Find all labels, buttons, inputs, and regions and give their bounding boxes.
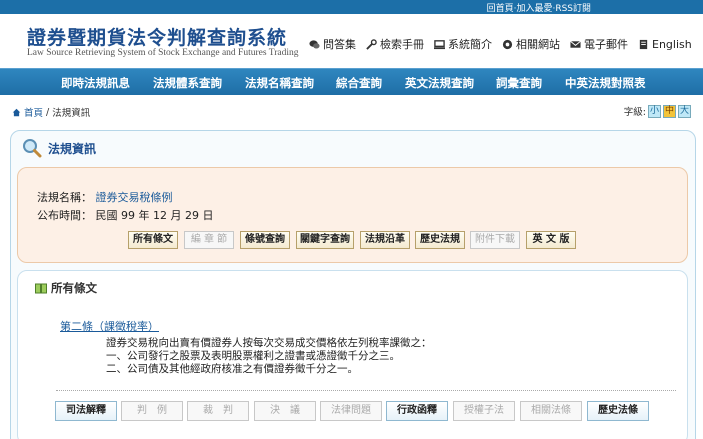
nav-combined[interactable]: 綜合查詢 bbox=[336, 75, 382, 91]
btn-historical-articles[interactable]: 歷史法條 bbox=[587, 401, 649, 421]
site-title[interactable]: 證券暨期貨法令判解查詢系統 bbox=[27, 23, 287, 50]
breadcrumb-home[interactable]: 首頁 bbox=[24, 105, 43, 119]
top-quick-links[interactable]: 回首頁‧加入最愛‧RSS訂閱 bbox=[487, 1, 591, 14]
btn-precedents: 判 例 bbox=[121, 401, 183, 421]
btn-related-articles: 相關法條 bbox=[520, 401, 582, 421]
breadcrumb: 首頁 / 法規資訊 bbox=[12, 105, 90, 119]
law-date-row: 公布時間： 民國 99 年 12 月 29 日 bbox=[37, 207, 213, 223]
btn-all-articles[interactable]: 所有條文 bbox=[128, 231, 178, 249]
nav-realtime-news[interactable]: 即時法規訊息 bbox=[61, 75, 130, 91]
site-subtitle: Law Source Retrieving System of Stock Ex… bbox=[27, 48, 299, 58]
btn-admin-rulings[interactable]: 行政函釋 bbox=[386, 401, 448, 421]
btn-sub-regulations: 授權子法 bbox=[453, 401, 515, 421]
book-icon bbox=[35, 283, 47, 293]
email-link[interactable]: 電子郵件 bbox=[570, 36, 628, 52]
font-size-small[interactable]: 小 bbox=[648, 104, 661, 118]
law-date-value: 民國 99 年 12 月 29 日 bbox=[95, 209, 214, 222]
panel-title-text: 法規資訊 bbox=[48, 141, 97, 156]
faq-label: 問答集 bbox=[323, 38, 356, 51]
btn-historical-laws[interactable]: 歷史法規 bbox=[415, 231, 465, 249]
font-size-label: 字級: bbox=[623, 107, 646, 118]
law-name-row: 法規名稱： 證券交易稅條例 bbox=[37, 189, 173, 205]
related-sites-label: 相關網站 bbox=[516, 38, 560, 51]
btn-judgments: 裁 判 bbox=[187, 401, 249, 421]
articles-divider bbox=[56, 390, 676, 391]
nav-law-name[interactable]: 法規名稱查詢 bbox=[245, 75, 314, 91]
font-size-medium[interactable]: 中 bbox=[663, 104, 676, 118]
articles-title: 所有條文 bbox=[35, 280, 97, 296]
english-label: English bbox=[652, 37, 692, 51]
btn-english-version[interactable]: 英 文 版 bbox=[526, 231, 576, 249]
btn-legal-questions: 法律問題 bbox=[320, 401, 382, 421]
top-strip: 回首頁‧加入最愛‧RSS訂閱 bbox=[0, 0, 703, 14]
btn-article-number-search[interactable]: 條號查詢 bbox=[240, 231, 290, 249]
header-links: 問答集 檢索手冊 系統簡介 相關網站 電子郵件 English bbox=[309, 36, 692, 52]
articles-title-text: 所有條文 bbox=[51, 281, 97, 295]
intro-link[interactable]: 系統簡介 bbox=[434, 36, 492, 52]
globe-icon bbox=[502, 39, 513, 49]
site-header: 證券暨期貨法令判解查詢系統 Law Source Retrieving Syst… bbox=[0, 14, 703, 68]
document-icon bbox=[639, 39, 648, 49]
nav-english-law[interactable]: 英文法規查詢 bbox=[405, 75, 474, 91]
manual-link[interactable]: 檢索手冊 bbox=[366, 36, 424, 52]
breadcrumb-current: 法規資訊 bbox=[52, 108, 91, 119]
btn-resolutions: 決 議 bbox=[254, 401, 316, 421]
nav-law-system[interactable]: 法規體系查詢 bbox=[153, 75, 222, 91]
nav-bilingual-table[interactable]: 中英法規對照表 bbox=[565, 75, 646, 91]
law-name-label: 法規名稱： bbox=[37, 191, 92, 204]
home-icon bbox=[12, 108, 21, 116]
breadcrumb-sep: / bbox=[46, 106, 50, 118]
btn-chapters: 編 章 節 bbox=[184, 231, 234, 249]
law-name-value[interactable]: 證券交易稅條例 bbox=[96, 191, 173, 204]
btn-judicial-interpretation[interactable]: 司法解釋 bbox=[55, 401, 117, 421]
chat-icon bbox=[309, 39, 320, 48]
magnifier-icon bbox=[23, 139, 42, 158]
article-2-link[interactable]: 第二條（課徵稅率） bbox=[60, 318, 159, 334]
nav-glossary[interactable]: 詞彙查詢 bbox=[496, 75, 542, 91]
email-label: 電子郵件 bbox=[584, 38, 628, 51]
btn-law-history[interactable]: 法規沿革 bbox=[360, 231, 410, 249]
intro-label: 系統簡介 bbox=[448, 38, 492, 51]
wrench-icon bbox=[366, 38, 377, 50]
mail-icon bbox=[570, 40, 581, 48]
btn-keyword-search[interactable]: 關鍵字查詢 bbox=[296, 231, 354, 249]
faq-link[interactable]: 問答集 bbox=[309, 36, 356, 52]
related-sites-link[interactable]: 相關網站 bbox=[502, 36, 560, 52]
law-date-label: 公布時間： bbox=[37, 209, 92, 222]
computer-icon bbox=[434, 39, 445, 49]
font-size-switch: 字級: 小 中 大 bbox=[624, 104, 691, 118]
main-nav: 即時法規訊息 法規體系查詢 法規名稱查詢 綜合查詢 英文法規查詢 詞彙查詢 中英… bbox=[0, 68, 703, 95]
english-link[interactable]: English bbox=[638, 36, 692, 52]
panel-title: 法規資訊 bbox=[22, 138, 96, 158]
btn-attachments: 附件下載 bbox=[470, 231, 520, 249]
article-line-3: 二、公司債及其他經政府核准之有價證券徵千分之一。 bbox=[106, 363, 358, 375]
manual-label: 檢索手冊 bbox=[380, 38, 424, 51]
font-size-large[interactable]: 大 bbox=[678, 104, 691, 118]
